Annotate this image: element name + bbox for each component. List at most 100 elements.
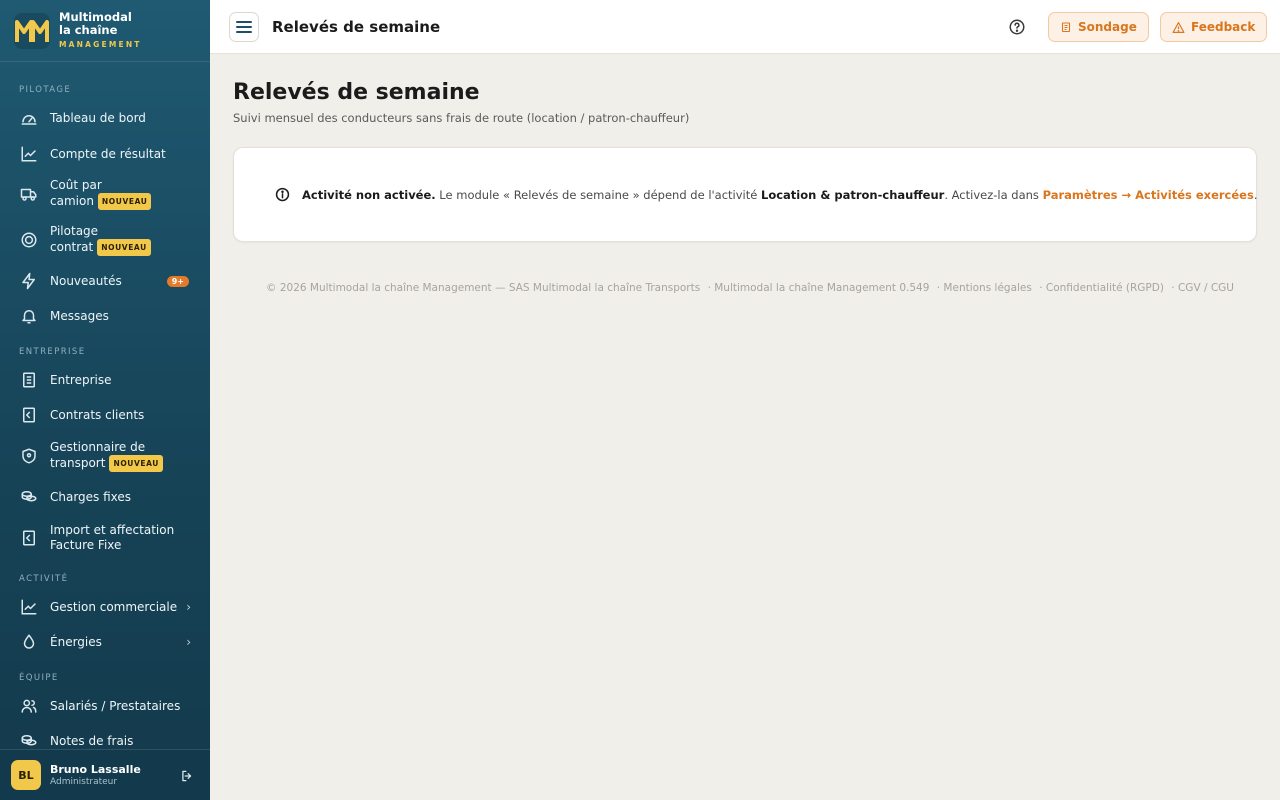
page-subtitle: Suivi mensuel des conducteurs sans frais…	[233, 111, 690, 125]
logo	[14, 12, 50, 49]
drop-icon	[19, 632, 39, 652]
chevron-right-icon: ›	[186, 600, 191, 614]
sidebar-item-gestionnaire-de-transport[interactable]: Gestionnaire de transport NOUVEAU	[0, 440, 210, 472]
users-icon	[19, 696, 39, 716]
feedback-label: Feedback	[1191, 20, 1256, 34]
sidebar-item-contrats-clients[interactable]: Contrats clients	[0, 405, 210, 425]
notice-strong: Activité non activée.	[302, 187, 436, 202]
chart-line-icon	[19, 597, 39, 617]
menu-toggle-button[interactable]	[229, 12, 259, 42]
sidebar-item-salaries[interactable]: Salariés / Prestataires	[0, 696, 210, 716]
sidebar-item-label-line2: camion	[50, 194, 94, 208]
count-badge: 9+	[166, 275, 189, 287]
notice-text: Le module « Relevés de semaine » dépend …	[435, 187, 761, 202]
topbar: Relevés de semaine Sondage Feedback	[210, 0, 1280, 54]
sidebar-item-messages[interactable]: Messages	[0, 306, 210, 326]
section-equipe: ÉQUIPE	[19, 673, 59, 683]
notice-end: .	[1253, 187, 1258, 202]
brand-tagline: MANAGEMENT	[59, 39, 142, 49]
user-role: Administrateur	[50, 777, 118, 787]
settings-activities-link[interactable]: Paramètres → Activités exercées	[1043, 188, 1254, 202]
sidebar-item-cout-par-camion[interactable]: Coût par camion NOUVEAU	[0, 178, 210, 210]
sidebar-item-pilotage-contrat[interactable]: Pilotage contrat NOUVEAU	[0, 224, 210, 256]
sidebar-item-label: Import et affectation	[50, 523, 175, 537]
page-title: Relevés de semaine	[233, 80, 480, 105]
section-activite: ACTIVITÉ	[19, 574, 69, 584]
sidebar-item-label: Notes de frais	[50, 733, 134, 748]
footer: © 2026 Multimodal la chaîne Management —…	[266, 282, 1238, 294]
sidebar-item-label: Gestion commerciale	[50, 599, 178, 614]
survey-button[interactable]: Sondage	[1048, 12, 1149, 42]
sidebar-item-entreprise[interactable]: Entreprise	[0, 370, 210, 390]
brand-name-line1: Multimodal	[59, 9, 132, 24]
sidebar-item-label: Tableau de bord	[50, 110, 146, 125]
footer-copyright: © 2026 Multimodal la chaîne Management —…	[266, 282, 701, 294]
notice-text2: . Activez-la dans	[944, 187, 1043, 202]
sidebar: Multimodal la chaîne MANAGEMENT PILOTAGE…	[0, 0, 210, 800]
sidebar-item-gestion-commerciale[interactable]: Gestion commerciale ›	[0, 597, 210, 617]
survey-label: Sondage	[1078, 20, 1137, 34]
logout-icon[interactable]	[180, 768, 194, 787]
bell-icon	[19, 306, 39, 326]
help-icon[interactable]	[1008, 18, 1026, 40]
brand[interactable]: Multimodal la chaîne MANAGEMENT	[0, 0, 210, 62]
target-icon	[19, 230, 39, 250]
sidebar-item-label: Charges fixes	[50, 489, 132, 504]
footer-privacy-link[interactable]: · Confidentialité (RGPD)	[1039, 282, 1164, 294]
sidebar-item-label: Entreprise	[50, 372, 112, 387]
feedback-button[interactable]: Feedback	[1160, 12, 1268, 42]
sidebar-item-label-line2: Facture Fixe	[50, 538, 122, 552]
sidebar-item-label: Contrats clients	[50, 407, 145, 422]
brand-name-line2: la chaîne	[59, 22, 118, 37]
sidebar-item-label: Énergies	[50, 634, 102, 649]
warning-icon	[1172, 21, 1185, 33]
coins-icon	[19, 731, 39, 749]
notice-card: Activité non activée. Le module « Relevé…	[233, 147, 1257, 242]
notice-activity: Location & patron-chauffeur	[761, 187, 945, 202]
shield-icon	[19, 446, 39, 466]
new-badge: NOUVEAU	[97, 239, 151, 256]
sidebar-item-charges-fixes[interactable]: Charges fixes	[0, 487, 210, 507]
sidebar-item-label: Messages	[50, 308, 109, 323]
clipboard-icon	[1061, 22, 1071, 33]
avatar: BL	[11, 760, 41, 790]
sidebar-item-tableau-de-bord[interactable]: Tableau de bord	[0, 108, 210, 128]
activity-notice: Activité non activée. Le module « Relevé…	[275, 187, 1257, 202]
page-title-topbar: Relevés de semaine	[272, 18, 441, 36]
sidebar-item-label: Pilotage	[50, 224, 99, 238]
bolt-icon	[19, 271, 39, 291]
sidebar-item-label: Compte de résultat	[50, 146, 166, 161]
new-badge: NOUVEAU	[97, 193, 152, 210]
invoice-icon	[19, 528, 39, 548]
footer-version: · Multimodal la chaîne Management 0.549	[707, 282, 930, 294]
sidebar-item-notes-de-frais[interactable]: Notes de frais	[0, 731, 210, 749]
sidebar-item-label-line2: transport	[50, 456, 106, 470]
sidebar-item-label-line2: contrat	[50, 240, 94, 254]
chart-line-icon	[19, 144, 39, 164]
sidebar-item-label: Nouveautés	[50, 273, 122, 288]
sidebar-item-label: Coût par	[50, 178, 102, 192]
sidebar-item-label: Gestionnaire de	[50, 440, 146, 454]
chevron-right-icon: ›	[186, 635, 191, 649]
section-entreprise: ENTREPRISE	[19, 347, 86, 357]
building-icon	[19, 370, 39, 390]
gauge-icon	[19, 108, 39, 128]
coins-icon	[19, 487, 39, 507]
info-icon	[275, 187, 290, 202]
sidebar-item-import-facture-fixe[interactable]: Import et affectation Facture Fixe	[0, 522, 210, 554]
footer-legal-link[interactable]: · Mentions légales	[937, 282, 1032, 294]
sidebar-item-nouveautes[interactable]: Nouveautés 9+	[0, 271, 210, 291]
sidebar-item-compte-de-resultat[interactable]: Compte de résultat	[0, 144, 210, 164]
hamburger-icon	[236, 21, 252, 33]
section-pilotage: PILOTAGE	[19, 85, 72, 95]
sidebar-item-energies[interactable]: Énergies ›	[0, 632, 210, 652]
contract-icon	[19, 405, 39, 425]
footer-terms-link[interactable]: · CGV / CGU	[1171, 282, 1234, 294]
user-profile[interactable]: BL Bruno Lassalle Administrateur	[0, 749, 210, 800]
new-badge: NOUVEAU	[109, 455, 163, 472]
sidebar-item-label: Salariés / Prestataires	[50, 698, 181, 713]
sidebar-nav: PILOTAGE Tableau de bord Compte de résul…	[0, 62, 210, 749]
truck-icon	[19, 184, 39, 204]
main-content: Relevés de semaine Suivi mensuel des con…	[233, 80, 1257, 242]
user-name: Bruno Lassalle	[50, 763, 141, 776]
